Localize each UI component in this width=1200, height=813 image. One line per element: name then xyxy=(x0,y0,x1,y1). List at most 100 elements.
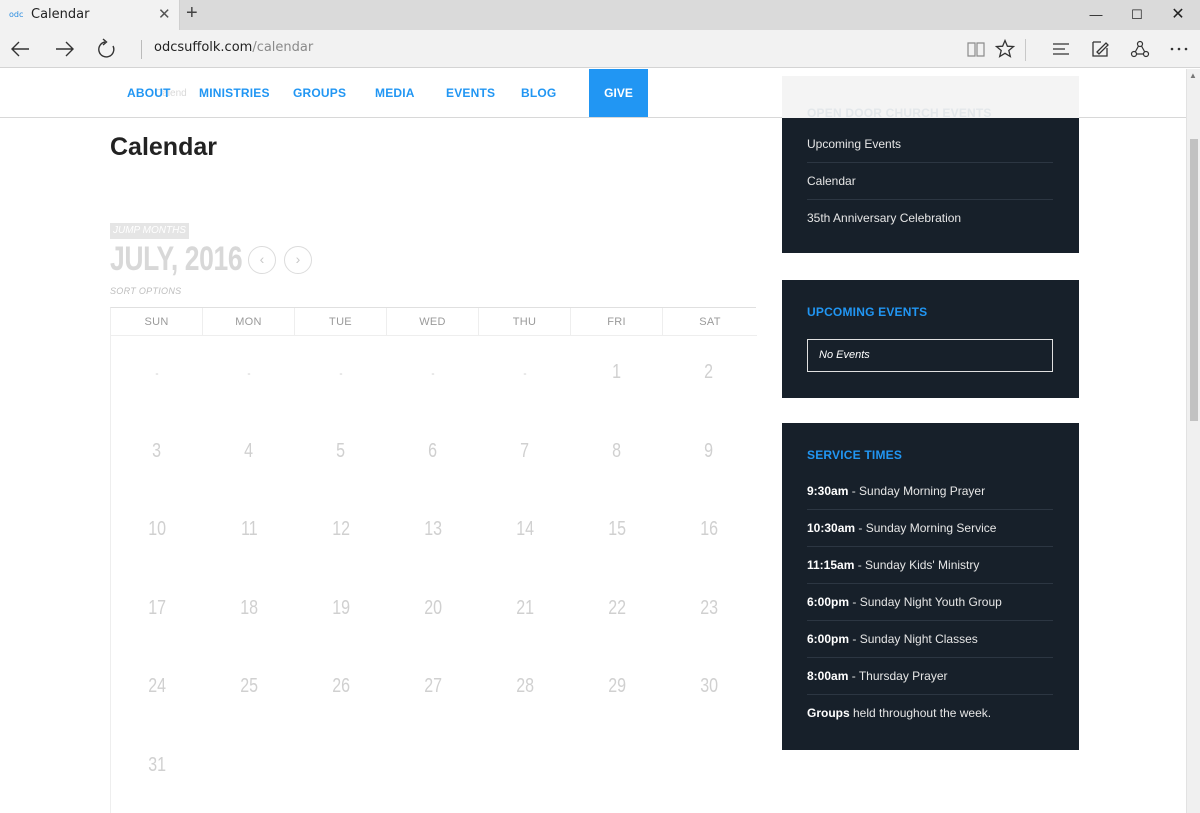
calendar-day[interactable]: 31 xyxy=(111,729,203,807)
new-tab-icon[interactable]: + xyxy=(186,2,198,25)
calendar-day[interactable]: 13 xyxy=(387,493,479,571)
vertical-scrollbar[interactable]: ▲ xyxy=(1186,69,1200,813)
calendar-day[interactable]: 27 xyxy=(387,650,479,728)
calendar-day-number: 9 xyxy=(704,439,714,462)
calendar-day[interactable]: 24 xyxy=(111,650,203,728)
jump-months-button[interactable]: JUMP MONTHS xyxy=(110,223,189,239)
calendar-day-number: - xyxy=(247,366,251,380)
calendar-link[interactable]: Calendar xyxy=(807,163,1053,200)
upcoming-events-panel: UPCOMING EVENTS No Events xyxy=(782,280,1079,398)
page-viewport: Calend ABOUT MINISTRIES GROUPS MEDIA EVE… xyxy=(0,69,1200,813)
calendar-day[interactable]: 1 xyxy=(571,336,663,414)
calendar-day-number: - xyxy=(431,366,435,380)
calendar-day[interactable]: 10 xyxy=(111,493,203,571)
url-divider xyxy=(141,40,142,59)
maximize-icon[interactable]: ☐ xyxy=(1114,0,1160,30)
weekday-label: SAT xyxy=(699,316,721,328)
give-button[interactable]: GIVE xyxy=(589,69,648,117)
browser-tab[interactable]: odc Calendar ✕ xyxy=(0,0,180,30)
service-row: 6:00pm - Sunday Night Youth Group xyxy=(807,584,1053,621)
calendar-day[interactable]: 6 xyxy=(387,415,479,493)
sort-options-link[interactable]: SORT OPTIONS xyxy=(110,286,181,296)
nav-groups[interactable]: GROUPS xyxy=(293,86,346,100)
nav-events[interactable]: EVENTS xyxy=(446,86,495,100)
calendar-day-number: 23 xyxy=(700,596,718,619)
service-time: 8:00am xyxy=(807,669,849,683)
favorite-star-icon[interactable] xyxy=(993,37,1017,61)
calendar-day-number: - xyxy=(155,366,159,380)
calendar-day[interactable]: 3 xyxy=(111,415,203,493)
window-close-icon[interactable]: ✕ xyxy=(1155,0,1200,30)
calendar-day[interactable]: 30 xyxy=(663,650,755,728)
calendar-day[interactable]: 26 xyxy=(295,650,387,728)
more-options-icon[interactable] xyxy=(1167,37,1191,61)
back-icon[interactable] xyxy=(7,36,35,62)
calendar-day[interactable]: 21 xyxy=(479,572,571,650)
calendar-day-number: 26 xyxy=(332,675,350,697)
forward-icon[interactable] xyxy=(50,36,78,62)
calendar-day[interactable]: 18 xyxy=(203,572,295,650)
weekday-label: TUE xyxy=(295,308,387,336)
calendar-day[interactable]: 15 xyxy=(571,493,663,571)
url-field[interactable]: odcsuffolk.com/calendar xyxy=(154,40,313,55)
calendar-day[interactable]: 12 xyxy=(295,493,387,571)
calendar-day-number: 7 xyxy=(520,439,530,462)
prev-month-icon[interactable]: ‹ xyxy=(248,246,276,274)
scroll-thumb[interactable] xyxy=(1190,139,1198,421)
service-row: 10:30am - Sunday Morning Service xyxy=(807,510,1053,547)
nav-media[interactable]: MEDIA xyxy=(375,86,415,100)
calendar-day[interactable]: 25 xyxy=(203,650,295,728)
service-row: Groups held throughout the week. xyxy=(807,695,1053,732)
calendar-day[interactable]: 2 xyxy=(663,336,755,414)
web-note-icon[interactable] xyxy=(1088,37,1112,61)
refresh-icon[interactable] xyxy=(93,36,121,62)
calendar-day-number: 15 xyxy=(608,518,626,540)
calendar-day[interactable]: 5 xyxy=(295,415,387,493)
service-time: Groups xyxy=(807,706,850,720)
service-times-panel: SERVICE TIMES 9:30am - Sunday Morning Pr… xyxy=(782,423,1079,750)
weekday-header: SUN MON TUE WED THU FRI SAT xyxy=(111,308,757,336)
next-month-icon[interactable]: › xyxy=(284,246,312,274)
calendar-day-number: 5 xyxy=(336,439,346,462)
calendar-day[interactable]: 17 xyxy=(111,572,203,650)
calendar-day[interactable]: 4 xyxy=(203,415,295,493)
hub-icon[interactable] xyxy=(1049,37,1073,61)
calendar-day[interactable]: 8 xyxy=(571,415,663,493)
calendar-day[interactable]: 14 xyxy=(479,493,571,571)
service-desc: - Sunday Morning Prayer xyxy=(848,484,986,498)
church-events-title: OPEN DOOR CHURCH EVENTS xyxy=(807,106,992,120)
calendar-day[interactable]: 20 xyxy=(387,571,479,650)
nav-blog[interactable]: BLOG xyxy=(521,86,556,100)
calendar-day[interactable]: 19 xyxy=(295,572,387,650)
upcoming-events-title: UPCOMING EVENTS xyxy=(807,305,928,319)
calendar-day-empty: - xyxy=(479,336,571,414)
anniversary-link[interactable]: 35th Anniversary Celebration xyxy=(807,200,1053,237)
upcoming-events-link[interactable]: Upcoming Events xyxy=(807,126,1053,163)
calendar-day-number: 25 xyxy=(240,675,258,697)
close-tab-icon[interactable]: ✕ xyxy=(158,5,171,23)
calendar-day[interactable]: 29 xyxy=(571,650,663,728)
calendar-day[interactable]: 28 xyxy=(479,650,571,728)
service-time: 6:00pm xyxy=(807,595,850,609)
service-row: 9:30am - Sunday Morning Prayer xyxy=(807,473,1053,510)
share-icon[interactable] xyxy=(1128,37,1152,61)
calendar-day-number: 29 xyxy=(608,675,626,697)
nav-about[interactable]: ABOUT xyxy=(127,86,171,100)
calendar-day[interactable]: 22 xyxy=(571,572,663,650)
calendar-day[interactable]: 7 xyxy=(479,415,571,493)
calendar-day-number: 4 xyxy=(244,439,254,462)
calendar-day-number: 22 xyxy=(608,596,626,619)
scroll-up-icon[interactable]: ▲ xyxy=(1189,71,1197,80)
reading-view-icon[interactable] xyxy=(964,37,988,61)
calendar-day[interactable]: 23 xyxy=(663,572,755,650)
calendar-day-number: 31 xyxy=(148,753,166,776)
minimize-icon[interactable]: — xyxy=(1073,0,1119,30)
calendar-day[interactable]: 11 xyxy=(203,493,295,571)
service-desc: - Thursday Prayer xyxy=(848,669,948,683)
service-time: 11:15am xyxy=(807,558,855,572)
nav-ministries[interactable]: MINISTRIES xyxy=(199,86,270,100)
calendar-day[interactable]: 16 xyxy=(663,493,755,571)
calendar-day-empty: - xyxy=(203,336,295,414)
service-row: 11:15am - Sunday Kids' Ministry xyxy=(807,547,1053,584)
calendar-day[interactable]: 9 xyxy=(663,415,755,493)
